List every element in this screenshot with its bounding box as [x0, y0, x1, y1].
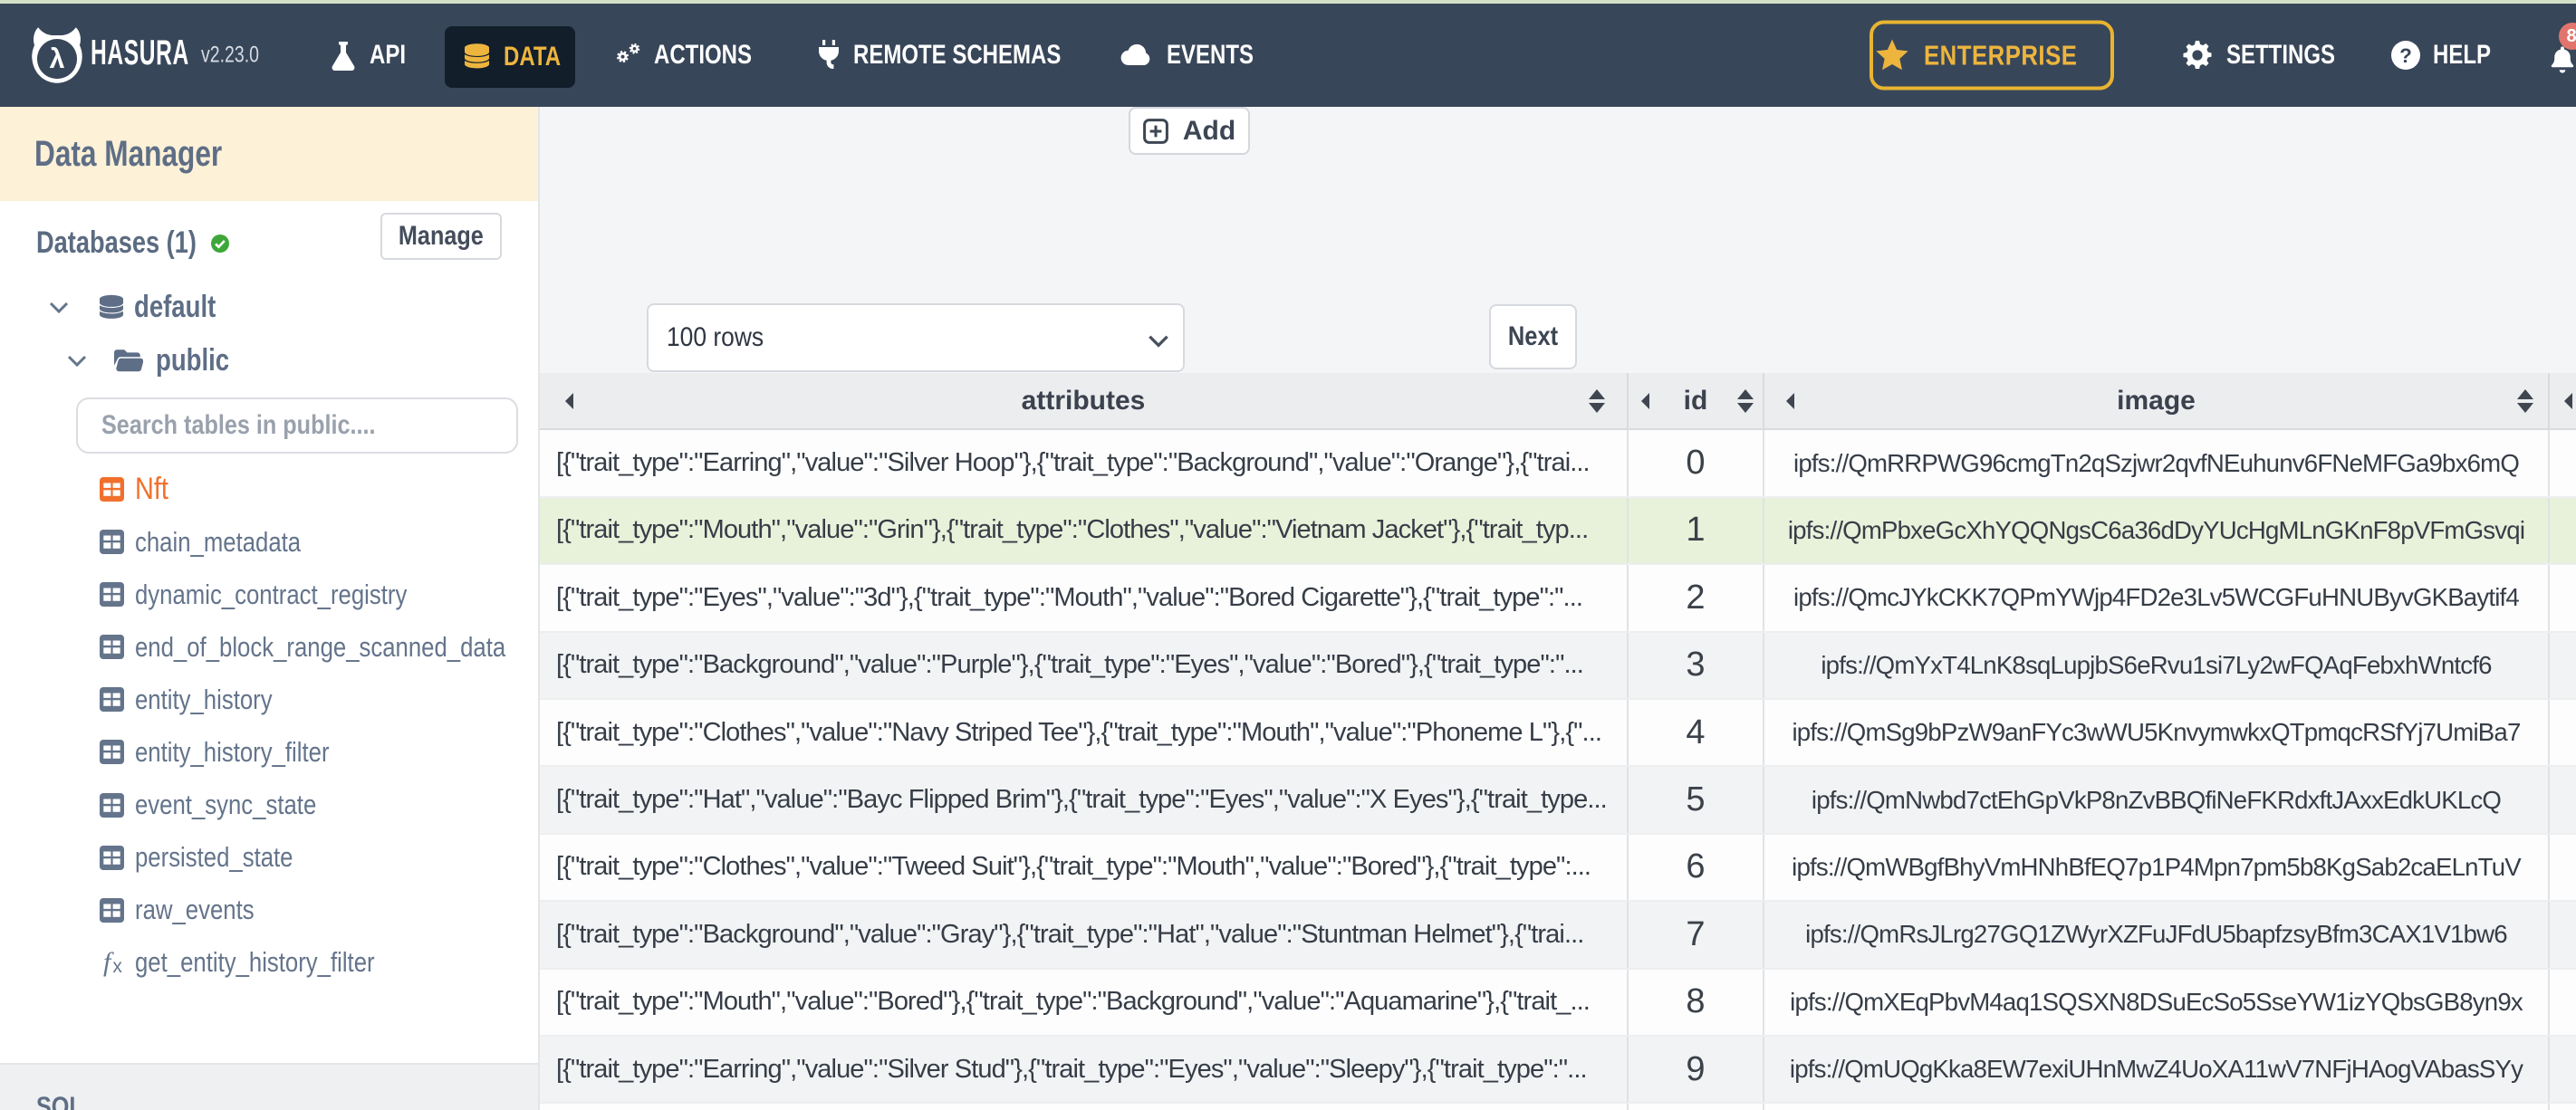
svg-text:?: ?: [2399, 44, 2412, 67]
svg-text:λ: λ: [50, 44, 65, 74]
